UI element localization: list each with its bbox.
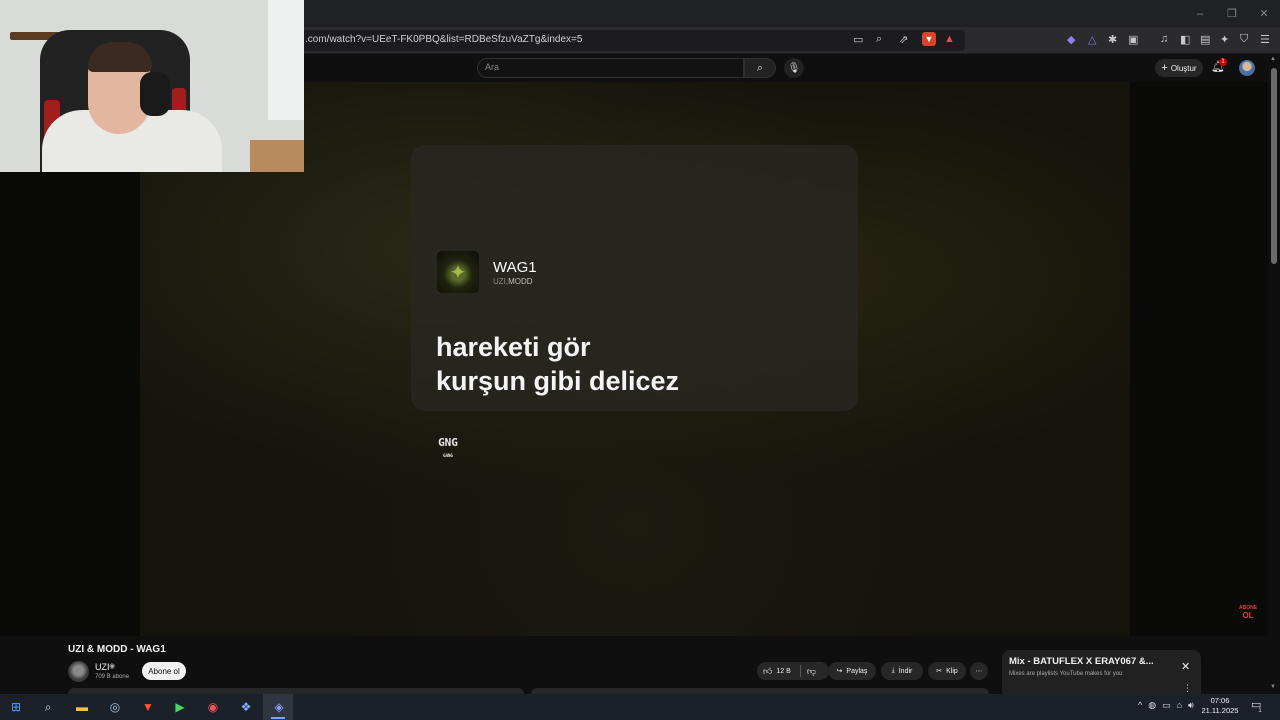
window-controls: – ❐ ✕ — [1184, 0, 1280, 27]
subscribe-button[interactable]: Abone ol — [142, 662, 186, 680]
controller-icon[interactable]: ◍ — [1148, 700, 1156, 711]
search-input[interactable] — [477, 58, 744, 78]
wallet-icon[interactable]: ▤ — [1200, 33, 1210, 46]
search-placeholder[interactable]: Ara — [485, 62, 499, 72]
like-button[interactable]: 👍︎ 12 B 👎︎ — [757, 662, 829, 680]
plus-icon: + — [1161, 62, 1168, 74]
wallet-vpn-icon[interactable]: △ — [1088, 33, 1096, 46]
thumbs-down-icon[interactable]: 👎︎ — [807, 666, 816, 677]
subscribe-watermark[interactable]: ABONE OL — [1238, 604, 1258, 626]
cast-icon[interactable]: ▭ — [853, 33, 863, 46]
taskbar-active-indicator — [271, 717, 285, 719]
brave-rewards-icon[interactable]: ▲ — [944, 33, 955, 45]
scrollbar-thumb[interactable] — [1271, 68, 1277, 264]
leo-icon[interactable]: ◆ — [1067, 33, 1075, 46]
steam-icon[interactable]: ◎ — [104, 697, 126, 717]
clip-label: Klip — [946, 667, 958, 675]
channel-name[interactable]: UZI — [95, 662, 110, 672]
file-explorer-icon[interactable]: ▬ — [71, 697, 93, 717]
extensions-icon[interactable]: ✱ — [1108, 33, 1117, 46]
clock-date: 21.11.2025 — [1201, 706, 1239, 715]
more-icon: ⋯ — [975, 668, 983, 675]
download-label: İndir — [898, 667, 913, 675]
webcam-headphones — [140, 72, 170, 116]
channel-avatar[interactable] — [68, 661, 89, 682]
brave-shield-icon[interactable]: ▼ — [922, 32, 936, 46]
subscriber-count: 709 B abone — [95, 674, 130, 680]
lyric-line: kurşun gibi delicez — [436, 366, 680, 396]
share-button[interactable]: ↪ Paylaş — [828, 662, 876, 680]
account-avatar[interactable] — [1239, 60, 1255, 76]
more-actions-button[interactable]: ⋯ — [970, 662, 988, 680]
restore-button[interactable]: ❐ — [1216, 0, 1248, 27]
taskbar-notification-count: 1 — [1258, 708, 1262, 714]
video-title: UZI & MODD - WAG1 — [68, 644, 166, 655]
song-artist: UZI,MODD — [493, 277, 533, 286]
display-icon[interactable]: ▭ — [1162, 700, 1171, 711]
webcam-wall — [268, 0, 304, 120]
system-tray: ^ ◍ ▭ ⌂ 🔊︎ — [1138, 700, 1194, 711]
taskbar — [0, 694, 1280, 720]
lyric-line: hareketi gör — [436, 332, 591, 362]
zoom-icon[interactable]: ⌕ — [876, 33, 882, 46]
clip-button[interactable]: ✂ Klip — [928, 662, 966, 680]
media-icon[interactable]: ♫ — [1160, 33, 1168, 45]
share-arrow-icon: ↪ — [836, 668, 843, 675]
search-icon[interactable]: ⌕ — [37, 697, 59, 717]
like-divider — [800, 665, 801, 677]
address-bar-url[interactable]: .com/watch?v=UEeT-FK0PBQ&list=RDBeSfzuVa… — [305, 34, 582, 45]
mix-title[interactable]: Mix - BATUFLEX X ERAY067 &... — [1009, 656, 1169, 667]
download-icon: ⤓ — [891, 667, 895, 674]
thumbs-up-icon: 👍︎ — [763, 665, 773, 676]
close-window-button[interactable]: ✕ — [1248, 0, 1280, 27]
mic-icon: 🎙︎ — [787, 62, 801, 74]
album-cover: ✦ — [437, 251, 479, 293]
clock-time: 07:06 — [1210, 696, 1230, 705]
start-icon[interactable]: ⊞ — [5, 697, 27, 717]
like-count: 12 B — [776, 667, 791, 675]
download-button[interactable]: ⤓ İndir — [881, 662, 923, 680]
search-icon: ⌕ — [756, 61, 764, 74]
gng-logo: GNG GANG — [438, 436, 458, 458]
verified-icon: ◉ — [109, 663, 116, 670]
webcam-person-hair — [88, 42, 152, 72]
menu-icon[interactable]: ☰ — [1260, 33, 1270, 46]
app-icon[interactable]: ❖ — [235, 697, 257, 717]
scroll-down-icon[interactable]: ▼ — [1270, 684, 1276, 690]
taskbar-clock[interactable]: 07:06 21.11.2025 — [1200, 696, 1240, 716]
network-icon[interactable]: ⌂ — [1177, 700, 1182, 711]
chevron-up-icon[interactable]: ^ — [1138, 700, 1142, 711]
screenshot-icon[interactable]: ▣ — [1128, 33, 1138, 46]
create-button[interactable]: + Oluştur — [1155, 59, 1203, 77]
shield-icon[interactable]: ⛉ — [1240, 33, 1248, 46]
discord-icon[interactable]: ◈ — [268, 697, 290, 717]
voice-search-button[interactable]: 🎙︎ — [784, 58, 804, 78]
media-player-icon[interactable]: ▶ — [169, 697, 191, 717]
create-label: Oluştur — [1170, 63, 1197, 73]
scroll-up-icon[interactable]: ▲ — [1270, 56, 1276, 62]
song-title: WAG1 — [493, 259, 537, 276]
close-icon[interactable]: ✕ — [1181, 660, 1190, 673]
webcam-overlay — [0, 0, 304, 172]
brave-browser-icon[interactable]: ▼ — [137, 697, 159, 717]
sidebar-icon[interactable]: ◧ — [1180, 33, 1190, 46]
obs-icon[interactable]: ◉ — [202, 697, 224, 717]
mix-more-icon[interactable]: ⋮ — [1183, 683, 1192, 694]
scissors-icon: ✂ — [936, 668, 943, 675]
leo-ai-icon[interactable]: ✦ — [1220, 33, 1229, 46]
share-label: Paylaş — [846, 667, 868, 675]
search-button[interactable]: ⌕ — [744, 58, 776, 78]
mix-subtitle: Mixes are playlists YouTube makes for yo… — [1009, 671, 1123, 677]
notification-center-icon[interactable]: ▭1 — [1251, 698, 1262, 714]
minimize-button[interactable]: – — [1184, 0, 1216, 27]
share-icon[interactable]: ⇗ — [899, 33, 908, 46]
volume-icon[interactable]: 🔊︎ — [1188, 700, 1194, 711]
webcam-desk — [250, 140, 304, 172]
notification-badge: 1 — [1219, 58, 1227, 66]
